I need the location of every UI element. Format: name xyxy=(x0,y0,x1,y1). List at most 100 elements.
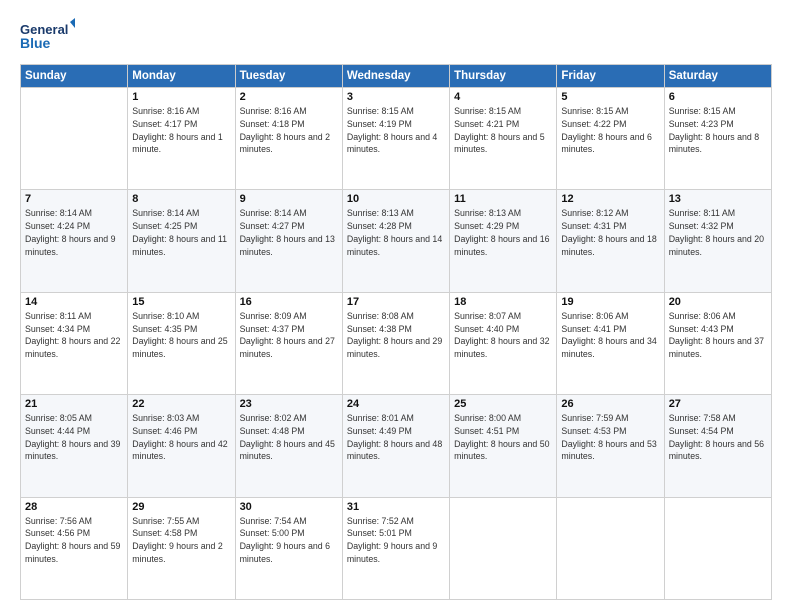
calendar-page: General Blue SundayMondayTuesdayWednesda… xyxy=(0,0,792,612)
weekday-header-cell: Sunday xyxy=(21,65,128,88)
calendar-day-cell: 6 Sunrise: 8:15 AMSunset: 4:23 PMDaylight… xyxy=(664,88,771,190)
calendar-day-cell: 1 Sunrise: 8:16 AMSunset: 4:17 PMDaylight… xyxy=(128,88,235,190)
calendar-day-cell: 20Sunrise: 8:06 AMSunset: 4:43 PMDayligh… xyxy=(664,292,771,394)
calendar-day-cell: 5Sunrise: 8:15 AMSunset: 4:22 PMDaylight… xyxy=(557,88,664,190)
day-number: 4 xyxy=(454,91,552,103)
day-info: Sunrise: 7:54 AMSunset: 5:00 PMDaylight:… xyxy=(240,515,338,566)
day-info: Sunrise: 8:02 AMSunset: 4:48 PMDaylight:… xyxy=(240,412,338,463)
calendar-day-cell: 14 Sunrise: 8:11 AMSunset: 4:34 PMDayligh… xyxy=(21,292,128,394)
calendar-day-cell: 17Sunrise: 8:08 AMSunset: 4:38 PMDayligh… xyxy=(342,292,449,394)
day-number: 11 xyxy=(454,193,552,205)
calendar-day-cell: 23 Sunrise: 8:02 AMSunset: 4:48 PMDayligh… xyxy=(235,395,342,497)
day-number: 31 xyxy=(347,501,445,513)
day-info: Sunrise: 8:14 AMSunset: 4:27 PMDaylight:… xyxy=(240,207,338,258)
day-info: Sunrise: 8:16 AMSunset: 4:18 PMDaylight:… xyxy=(240,105,338,156)
logo-svg: General Blue xyxy=(20,18,75,54)
day-number: 6 xyxy=(669,91,767,103)
day-number: 10 xyxy=(347,193,445,205)
day-number: 3 xyxy=(347,91,445,103)
day-number: 23 xyxy=(240,398,338,410)
weekday-header-cell: Tuesday xyxy=(235,65,342,88)
calendar-day-cell: 25Sunrise: 8:00 AMSunset: 4:51 PMDayligh… xyxy=(450,395,557,497)
day-info: Sunrise: 8:01 AMSunset: 4:49 PMDaylight:… xyxy=(347,412,445,463)
day-info: Sunrise: 8:09 AMSunset: 4:37 PMDaylight:… xyxy=(240,310,338,361)
day-number: 20 xyxy=(669,296,767,308)
calendar-day-cell: 15 Sunrise: 8:10 AMSunset: 4:35 PMDayligh… xyxy=(128,292,235,394)
day-info: Sunrise: 8:07 AMSunset: 4:40 PMDaylight:… xyxy=(454,310,552,361)
day-info: Sunrise: 8:11 AMSunset: 4:32 PMDaylight:… xyxy=(669,207,767,258)
calendar-day-cell: 12 Sunrise: 8:12 AMSunset: 4:31 PMDayligh… xyxy=(557,190,664,292)
calendar-week-row: 1 Sunrise: 8:16 AMSunset: 4:17 PMDaylight… xyxy=(21,88,772,190)
calendar-day-cell: 10 Sunrise: 8:13 AMSunset: 4:28 PMDayligh… xyxy=(342,190,449,292)
calendar-day-cell: 18 Sunrise: 8:07 AMSunset: 4:40 PMDayligh… xyxy=(450,292,557,394)
day-info: Sunrise: 8:05 AMSunset: 4:44 PMDaylight:… xyxy=(25,412,123,463)
day-number: 1 xyxy=(132,91,230,103)
day-info: Sunrise: 8:16 AMSunset: 4:17 PMDaylight:… xyxy=(132,105,230,156)
weekday-header-cell: Saturday xyxy=(664,65,771,88)
calendar-body: 1 Sunrise: 8:16 AMSunset: 4:17 PMDaylight… xyxy=(21,88,772,600)
calendar-day-cell: 27 Sunrise: 7:58 AMSunset: 4:54 PMDayligh… xyxy=(664,395,771,497)
calendar-day-cell xyxy=(557,497,664,599)
weekday-header-cell: Monday xyxy=(128,65,235,88)
calendar-day-cell: 9 Sunrise: 8:14 AMSunset: 4:27 PMDaylight… xyxy=(235,190,342,292)
day-info: Sunrise: 7:52 AMSunset: 5:01 PMDaylight:… xyxy=(347,515,445,566)
day-number: 18 xyxy=(454,296,552,308)
day-number: 12 xyxy=(561,193,659,205)
calendar-day-cell: 8 Sunrise: 8:14 AMSunset: 4:25 PMDaylight… xyxy=(128,190,235,292)
calendar-week-row: 21 Sunrise: 8:05 AMSunset: 4:44 PMDayligh… xyxy=(21,395,772,497)
calendar-day-cell: 28Sunrise: 7:56 AMSunset: 4:56 PMDayligh… xyxy=(21,497,128,599)
day-number: 27 xyxy=(669,398,767,410)
day-info: Sunrise: 7:59 AMSunset: 4:53 PMDaylight:… xyxy=(561,412,659,463)
calendar-day-cell: 2 Sunrise: 8:16 AMSunset: 4:18 PMDaylight… xyxy=(235,88,342,190)
day-info: Sunrise: 8:15 AMSunset: 4:21 PMDaylight:… xyxy=(454,105,552,156)
calendar-day-cell: 19Sunrise: 8:06 AMSunset: 4:41 PMDayligh… xyxy=(557,292,664,394)
calendar-day-cell: 21 Sunrise: 8:05 AMSunset: 4:44 PMDayligh… xyxy=(21,395,128,497)
day-info: Sunrise: 8:12 AMSunset: 4:31 PMDaylight:… xyxy=(561,207,659,258)
day-number: 8 xyxy=(132,193,230,205)
day-number: 16 xyxy=(240,296,338,308)
day-number: 25 xyxy=(454,398,552,410)
day-number: 5 xyxy=(561,91,659,103)
weekday-header-cell: Friday xyxy=(557,65,664,88)
calendar-day-cell: 31 Sunrise: 7:52 AMSunset: 5:01 PMDayligh… xyxy=(342,497,449,599)
weekday-header-cell: Thursday xyxy=(450,65,557,88)
calendar-day-cell: 4 Sunrise: 8:15 AMSunset: 4:21 PMDaylight… xyxy=(450,88,557,190)
day-info: Sunrise: 8:13 AMSunset: 4:29 PMDaylight:… xyxy=(454,207,552,258)
calendar-week-row: 7 Sunrise: 8:14 AMSunset: 4:24 PMDaylight… xyxy=(21,190,772,292)
calendar-day-cell: 16 Sunrise: 8:09 AMSunset: 4:37 PMDayligh… xyxy=(235,292,342,394)
day-info: Sunrise: 8:11 AMSunset: 4:34 PMDaylight:… xyxy=(25,310,123,361)
day-number: 15 xyxy=(132,296,230,308)
day-info: Sunrise: 8:14 AMSunset: 4:24 PMDaylight:… xyxy=(25,207,123,258)
calendar-day-cell xyxy=(664,497,771,599)
weekday-header-cell: Wednesday xyxy=(342,65,449,88)
calendar-day-cell xyxy=(21,88,128,190)
day-number: 24 xyxy=(347,398,445,410)
day-info: Sunrise: 8:10 AMSunset: 4:35 PMDaylight:… xyxy=(132,310,230,361)
day-info: Sunrise: 7:55 AMSunset: 4:58 PMDaylight:… xyxy=(132,515,230,566)
day-info: Sunrise: 8:15 AMSunset: 4:23 PMDaylight:… xyxy=(669,105,767,156)
day-number: 2 xyxy=(240,91,338,103)
calendar-day-cell: 30 Sunrise: 7:54 AMSunset: 5:00 PMDayligh… xyxy=(235,497,342,599)
calendar-day-cell: 26Sunrise: 7:59 AMSunset: 4:53 PMDayligh… xyxy=(557,395,664,497)
day-info: Sunrise: 8:15 AMSunset: 4:19 PMDaylight:… xyxy=(347,105,445,156)
calendar-day-cell: 13Sunrise: 8:11 AMSunset: 4:32 PMDayligh… xyxy=(664,190,771,292)
weekday-header-row: SundayMondayTuesdayWednesdayThursdayFrid… xyxy=(21,65,772,88)
day-number: 21 xyxy=(25,398,123,410)
calendar-day-cell: 11 Sunrise: 8:13 AMSunset: 4:29 PMDayligh… xyxy=(450,190,557,292)
calendar-day-cell xyxy=(450,497,557,599)
day-number: 19 xyxy=(561,296,659,308)
calendar-table: SundayMondayTuesdayWednesdayThursdayFrid… xyxy=(20,64,772,600)
calendar-week-row: 28Sunrise: 7:56 AMSunset: 4:56 PMDayligh… xyxy=(21,497,772,599)
day-info: Sunrise: 8:13 AMSunset: 4:28 PMDaylight:… xyxy=(347,207,445,258)
calendar-day-cell: 3 Sunrise: 8:15 AMSunset: 4:19 PMDaylight… xyxy=(342,88,449,190)
day-number: 7 xyxy=(25,193,123,205)
day-info: Sunrise: 7:58 AMSunset: 4:54 PMDaylight:… xyxy=(669,412,767,463)
logo: General Blue xyxy=(20,18,75,54)
day-number: 14 xyxy=(25,296,123,308)
calendar-day-cell: 7 Sunrise: 8:14 AMSunset: 4:24 PMDaylight… xyxy=(21,190,128,292)
day-number: 30 xyxy=(240,501,338,513)
day-info: Sunrise: 8:14 AMSunset: 4:25 PMDaylight:… xyxy=(132,207,230,258)
day-number: 9 xyxy=(240,193,338,205)
day-number: 17 xyxy=(347,296,445,308)
day-number: 29 xyxy=(132,501,230,513)
